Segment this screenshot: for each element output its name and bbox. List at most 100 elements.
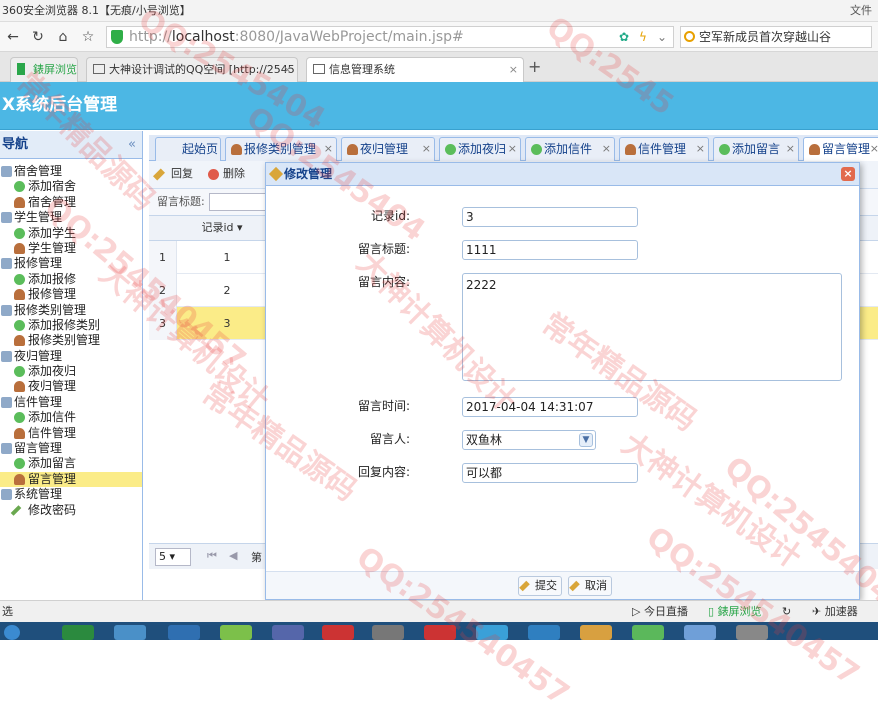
browser-icon[interactable] xyxy=(220,625,252,640)
app-icon[interactable] xyxy=(736,625,768,640)
prev-page-icon[interactable]: ◀ xyxy=(229,549,237,562)
title-field[interactable]: 1111 xyxy=(462,240,638,260)
back-icon[interactable]: ← xyxy=(3,27,23,47)
dropdown-arrow-icon[interactable]: ⌄ xyxy=(657,27,667,47)
reply-label: 回复 xyxy=(171,167,193,180)
app-icon[interactable] xyxy=(372,625,404,640)
collapse-icon[interactable]: « xyxy=(128,131,136,159)
window-title: 360安全浏览器 8.1【无痕/小号浏览】 xyxy=(2,4,191,17)
app-icon[interactable] xyxy=(632,625,664,640)
page-size-select[interactable]: 5 ▾ xyxy=(155,548,191,566)
screen-view-button[interactable]: ▯ 錶屏浏览 xyxy=(708,601,762,622)
content-tab[interactable]: 添加信件 × xyxy=(525,137,615,161)
browser-tab-info-system[interactable]: 信息管理系统 × xyxy=(306,57,524,82)
add-icon xyxy=(14,412,25,424)
close-icon[interactable]: × xyxy=(509,58,518,81)
nav-item[interactable]: 夜归管理 xyxy=(0,379,142,394)
nav-item[interactable]: 留言管理 xyxy=(0,471,142,488)
close-icon[interactable]: × xyxy=(283,58,292,81)
close-icon[interactable]: × xyxy=(870,138,878,160)
nav-group[interactable]: 系统管理 xyxy=(0,487,142,502)
column-record-id[interactable]: 记录id ▾ xyxy=(179,216,265,240)
nav-item[interactable]: 添加报修 xyxy=(0,272,142,287)
nav-item[interactable]: 添加报修类别 xyxy=(0,318,142,333)
nav-item[interactable]: 学生管理 xyxy=(0,241,142,256)
refresh-circle-icon[interactable]: ✿ xyxy=(619,27,629,47)
delete-button[interactable]: 删除 xyxy=(205,165,245,185)
nav-item[interactable]: 宿舍管理 xyxy=(0,195,142,210)
person-select[interactable]: 双鱼林 ▼ xyxy=(462,430,596,450)
nav-item[interactable]: 报修类别管理 xyxy=(0,333,142,348)
eclipse-icon[interactable] xyxy=(168,625,200,640)
file-menu[interactable]: 文件 xyxy=(850,0,872,22)
nav-group[interactable]: 信件管理 xyxy=(0,395,142,410)
live-button[interactable]: ▷ 今日直播 xyxy=(632,601,688,622)
close-icon[interactable]: × xyxy=(324,138,333,160)
qq-icon[interactable] xyxy=(114,625,146,640)
content-textarea[interactable]: 2222 xyxy=(462,273,842,381)
nav-item[interactable]: 修改密码 xyxy=(0,503,142,518)
content-tab[interactable]: 留言管理× xyxy=(803,137,878,161)
nav-label: 报修类别管理 xyxy=(28,333,101,348)
reply-content-value: 可以都 xyxy=(466,466,503,480)
home-icon[interactable]: ⌂ xyxy=(53,27,73,47)
app-icon[interactable] xyxy=(424,625,456,640)
app-icon[interactable] xyxy=(272,625,304,640)
search-input[interactable]: 空军新成员首次穿越山谷 xyxy=(680,26,872,48)
nav-group[interactable]: 报修管理 xyxy=(0,256,142,271)
add-icon xyxy=(531,144,542,155)
content-tab[interactable]: 添加夜归 × xyxy=(439,137,521,161)
reply-button[interactable]: 回复 xyxy=(152,165,193,185)
content-tab[interactable]: 夜归管理 × xyxy=(341,137,435,161)
app-icon[interactable] xyxy=(322,625,354,640)
content-tab[interactable]: 添加留言 × xyxy=(713,137,799,161)
nav-item[interactable]: 添加宿舍 xyxy=(0,179,142,194)
nav-item[interactable]: 添加留言 xyxy=(0,456,142,471)
nav-group[interactable]: 宿舍管理 xyxy=(0,164,142,179)
chevron-down-icon[interactable]: ▼ xyxy=(579,433,593,447)
app-icon[interactable] xyxy=(684,625,716,640)
content-tab[interactable]: 信件管理 × xyxy=(619,137,709,161)
url-input[interactable]: http://localhost:8080/JavaWebProject/mai… xyxy=(106,26,674,48)
cancel-button[interactable]: 取消 xyxy=(568,576,612,596)
filter-title-input[interactable] xyxy=(209,193,269,211)
close-icon[interactable]: × xyxy=(422,138,431,160)
new-tab-icon[interactable]: + xyxy=(528,57,541,76)
nav-group[interactable]: 学生管理 xyxy=(0,210,142,225)
browser-tab-qq-space[interactable]: 大神设计调试的QQ空间 [http://2545 × xyxy=(86,57,298,82)
submit-button[interactable]: 提交 xyxy=(518,576,562,596)
search-text: 空军新成员首次穿越山谷 xyxy=(699,30,832,44)
bookmark-star-icon[interactable]: ☆ xyxy=(78,27,98,47)
browser-tab-screen-view[interactable]: 錶屏浏览 xyxy=(10,57,78,82)
sidebar: 导航 « 宿舍管理 添加宿舍 宿舍管理 学生管理 添加学生 学生管理 报修管理 添加报修 报修管… xyxy=(0,131,143,600)
start-icon[interactable] xyxy=(4,625,20,640)
folder-icon[interactable] xyxy=(580,625,612,640)
content-tab[interactable]: 起始页 xyxy=(155,137,221,161)
nav-group[interactable]: 报修类别管理 xyxy=(0,303,142,318)
record-id-field[interactable]: 3 xyxy=(462,207,638,227)
time-field[interactable]: 2017-04-04 14:31:07 xyxy=(462,397,638,417)
close-icon[interactable]: × xyxy=(602,138,611,160)
nav-item[interactable]: 添加学生 xyxy=(0,226,142,241)
close-icon[interactable]: × xyxy=(696,138,705,160)
refresh-status-icon[interactable]: ↻ xyxy=(782,601,791,622)
close-icon[interactable]: × xyxy=(508,138,517,160)
nav-item[interactable]: 添加夜归 xyxy=(0,364,142,379)
nav-group[interactable]: 留言管理 xyxy=(0,441,142,456)
app-icon[interactable] xyxy=(528,625,560,640)
close-icon[interactable]: × xyxy=(841,167,855,181)
reload-icon[interactable]: ↻ xyxy=(28,27,48,47)
content-tab[interactable]: 报修类别管理 × xyxy=(225,137,337,161)
first-page-icon[interactable]: ⏮ xyxy=(207,549,217,563)
reply-content-field[interactable]: 可以都 xyxy=(462,463,638,483)
nav-group[interactable]: 夜归管理 xyxy=(0,349,142,364)
nav-item[interactable]: 信件管理 xyxy=(0,426,142,441)
excel-icon[interactable] xyxy=(62,625,94,640)
lightning-icon[interactable]: ϟ xyxy=(639,27,647,47)
accelerator-button[interactable]: ✈ 加速器 xyxy=(812,601,858,622)
nav-item[interactable]: 添加信件 xyxy=(0,410,142,425)
app-icon[interactable] xyxy=(476,625,508,640)
nav-item[interactable]: 报修管理 xyxy=(0,287,142,302)
time-label: 留言时间: xyxy=(357,399,410,413)
close-icon[interactable]: × xyxy=(786,138,795,160)
